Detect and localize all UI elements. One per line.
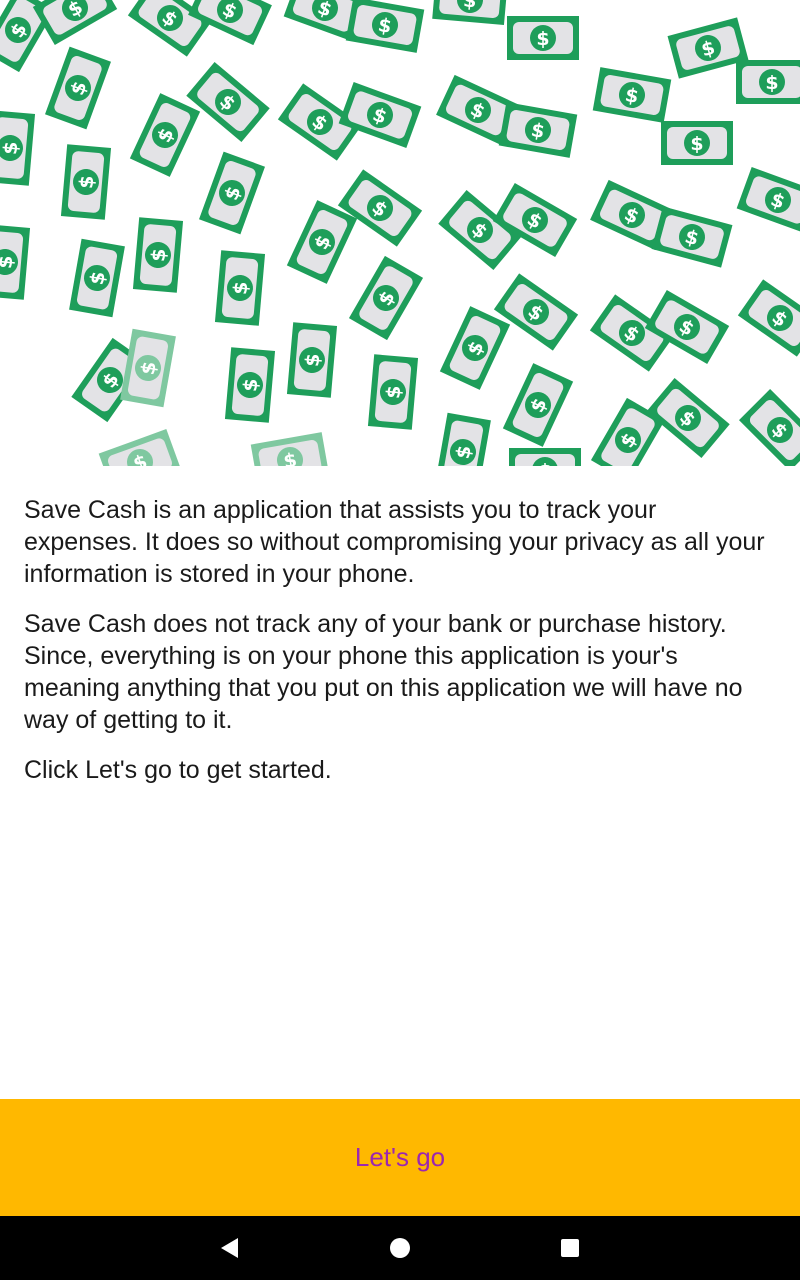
money-bill-icon: $ [214, 250, 266, 326]
money-bill-icon: $ [32, 0, 118, 46]
money-bill-icon: $ [60, 144, 112, 220]
money-bill-icon: $ [736, 60, 800, 104]
recents-button[interactable] [550, 1228, 590, 1268]
lets-go-label: Let's go [354, 1142, 446, 1172]
intro-paragraph-1: Save Cash is an application that assists… [24, 496, 765, 588]
svg-text:$: $ [0, 255, 18, 270]
money-bill-icon: $ [132, 217, 184, 293]
money-bill-icon: $ [186, 62, 270, 142]
money-bill-icon: $ [0, 110, 36, 186]
svg-text:$: $ [765, 72, 778, 94]
money-bill-icon: $ [120, 328, 176, 408]
svg-text:$: $ [690, 133, 703, 155]
money-bill-icon: $ [250, 432, 330, 466]
money-bill-icon: $ [98, 429, 182, 466]
svg-text:$: $ [382, 385, 405, 400]
money-bill-icon: $ [651, 206, 733, 268]
svg-text:$: $ [239, 378, 262, 393]
svg-text:$: $ [536, 28, 549, 50]
money-bill-icon: $ [498, 102, 578, 158]
system-nav-bar [0, 1216, 800, 1280]
back-button[interactable] [209, 1228, 249, 1268]
onboarding-screen: $ $ $ $ $ $ $ $ $ $ $ $ $ $ $ $ $ $ $ $ $ $ $ $ $ $ $ $ $ $ $ $ $ $ $ $ $ $ $ $… [0, 0, 800, 1280]
money-bill-icon: $ [435, 412, 491, 466]
money-bill-icon: $ [737, 279, 800, 357]
money-bill-icon: $ [646, 378, 730, 458]
money-bill-icon: $ [286, 322, 338, 398]
money-bill-icon: $ [439, 306, 511, 390]
money-bill-icon: $ [348, 255, 424, 341]
money-bill-icon: $ [129, 93, 201, 177]
money-bill-icon: $ [432, 0, 508, 26]
svg-text:$: $ [75, 175, 98, 190]
svg-text:$: $ [147, 248, 170, 263]
recents-square-icon [561, 1239, 579, 1257]
home-circle-icon [390, 1238, 410, 1258]
money-bill-icon: $ [502, 363, 574, 447]
money-bill-icon: $ [224, 347, 276, 423]
money-bill-icon: $ [199, 151, 265, 235]
money-bill-icon: $ [367, 354, 419, 430]
money-bill-icon: $ [45, 46, 111, 130]
svg-text:$: $ [538, 460, 551, 466]
money-bill-icon: $ [286, 200, 358, 284]
money-bill-icon: $ [345, 0, 425, 53]
money-bill-icon: $ [0, 224, 31, 300]
money-bill-icon: $ [736, 167, 800, 233]
svg-text:$: $ [229, 281, 252, 296]
money-bill-icon: $ [661, 121, 733, 165]
money-bill-icon: $ [738, 388, 800, 466]
hero-illustration: $ $ $ $ $ $ $ $ $ $ $ $ $ $ $ $ $ $ $ $ $ $ $ $ $ $ $ $ $ $ $ $ $ $ $ $ $ $ $ $… [0, 0, 800, 466]
svg-text:$: $ [301, 353, 324, 368]
money-bill-icon: $ [69, 238, 125, 318]
svg-text:$: $ [0, 141, 23, 156]
falling-money-illustration: $$ $ $ $$$$ $$$$$$$ $ $$$$$$$$$ $ $$$$$$$ $$$$ $ $$… [0, 0, 800, 466]
home-button[interactable] [380, 1228, 420, 1268]
back-triangle-icon [220, 1238, 238, 1258]
money-bill-icon: $ [509, 448, 581, 466]
intro-paragraph-2: Save Cash does not track any of your ban… [24, 610, 743, 734]
lets-go-button[interactable]: Let's go [0, 1099, 800, 1216]
intro-paragraph-3: Click Let's go to get started. [24, 756, 332, 784]
money-bill-icon: $ [592, 67, 672, 123]
svg-text:$: $ [462, 0, 477, 13]
intro-text: Save Cash is an application that assists… [24, 494, 776, 804]
money-bill-icon: $ [507, 16, 579, 60]
money-bill-icon: $ [337, 169, 423, 247]
money-bill-icon: $ [493, 273, 579, 351]
